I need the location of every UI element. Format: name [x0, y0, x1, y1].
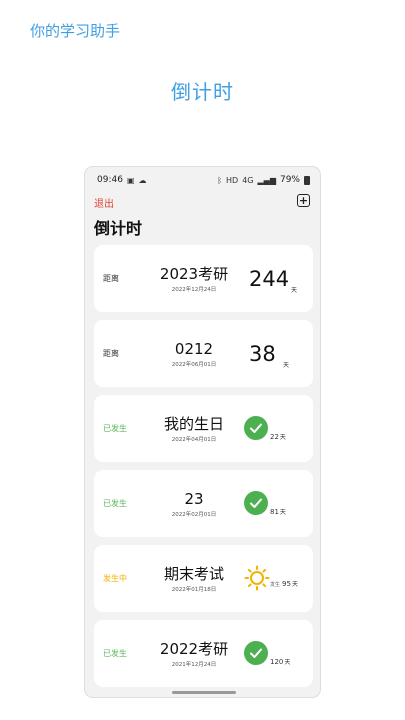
card-title: 我的生日 — [163, 415, 224, 433]
card-days: 81 — [270, 508, 279, 516]
card-title: 23 — [184, 490, 204, 508]
card-days: 120 — [270, 658, 284, 666]
countdown-card[interactable]: 距离 2023考研 2022年12月24日 244 天 — [94, 245, 313, 312]
network-label: 4G — [242, 175, 254, 185]
home-indicator[interactable] — [172, 691, 236, 694]
sun-icon — [244, 565, 270, 591]
card-days-row: 发生 95天 — [270, 579, 298, 588]
card-days: 38 — [249, 342, 276, 366]
page-title: 倒计时 — [94, 219, 143, 238]
card-days-unit: 天 — [291, 581, 298, 588]
add-button[interactable]: + — [297, 194, 310, 207]
card-info: 2023考研 2022年12月24日 — [139, 265, 249, 294]
status-bar: 09:46 ▣ ☁ ᛒ HD 4G ▂▄▆ 79% — [85, 167, 320, 193]
card-date: 2022年01月18日 — [171, 587, 217, 593]
card-days-unit: 天 — [291, 287, 298, 294]
battery-icon — [304, 175, 310, 185]
card-days-unit: 天 — [283, 362, 290, 369]
card-title: 0212 — [174, 340, 214, 358]
countdown-card[interactable]: 发生中 期末考试 2022年01月18日 发生 95天 — [94, 545, 313, 612]
card-date: 2022年12月24日 — [171, 287, 217, 293]
card-status: 距离 — [103, 349, 119, 358]
card-info: 0212 2022年06月01日 — [139, 340, 249, 369]
image-icon: ▣ — [126, 175, 135, 185]
battery-percent: 79% — [279, 175, 300, 185]
countdown-card[interactable]: 距离 0212 2022年06月01日 38 天 — [94, 320, 313, 387]
card-status: 已发生 — [103, 649, 127, 658]
card-title: 2022考研 — [159, 640, 229, 658]
countdown-card[interactable]: 已发生 2022考研 2021年12月24日 120天 — [94, 620, 313, 687]
card-status: 已发生 — [103, 424, 127, 433]
card-info: 期末考试 2022年01月18日 — [139, 565, 249, 594]
card-status: 已发生 — [103, 499, 127, 508]
card-status: 距离 — [103, 274, 119, 283]
status-time: 09:46 — [97, 175, 123, 185]
card-days-row: 120天 — [270, 657, 290, 666]
card-days-unit: 天 — [284, 659, 291, 666]
app-name: 你的学习助手 — [30, 22, 121, 40]
promo-title: 倒计时 — [171, 80, 234, 104]
card-date: 2022年02月01日 — [171, 512, 217, 518]
card-days-row: 22天 — [270, 432, 286, 441]
check-icon — [244, 491, 268, 515]
countdown-card[interactable]: 已发生 23 2022年02月01日 81天 — [94, 470, 313, 537]
check-icon — [244, 416, 268, 440]
card-info: 23 2022年02月01日 — [139, 490, 249, 519]
card-title: 期末考试 — [163, 565, 224, 583]
countdown-list: 距离 2023考研 2022年12月24日 244 天 距离 0212 2022… — [94, 245, 313, 695]
check-icon — [244, 641, 268, 665]
card-title: 2023考研 — [159, 265, 229, 283]
card-days-unit: 天 — [279, 509, 286, 516]
bluetooth-icon: ᛒ — [217, 175, 223, 185]
card-days: 244 — [249, 267, 290, 291]
plus-icon: + — [298, 194, 309, 207]
card-days: 22 — [270, 433, 279, 441]
card-status: 发生中 — [103, 574, 127, 583]
countdown-card[interactable]: 已发生 我的生日 2022年04月01日 22天 — [94, 395, 313, 462]
signal-icon: ▂▄▆ — [257, 175, 276, 185]
card-days-row: 81天 — [270, 507, 286, 516]
card-days-unit: 天 — [279, 434, 286, 441]
card-date: 2021年12月24日 — [171, 662, 217, 668]
cloud-icon: ☁ — [138, 175, 147, 185]
card-date: 2022年06月01日 — [171, 362, 217, 368]
card-days: 95 — [282, 580, 291, 588]
card-info: 我的生日 2022年04月01日 — [139, 415, 249, 444]
wifi-hd-label: HD — [226, 175, 239, 185]
card-info: 2022考研 2021年12月24日 — [139, 640, 249, 669]
card-date: 2022年04月01日 — [171, 437, 217, 443]
card-days-prefix: 发生 — [270, 582, 281, 588]
phone-screenshot: 09:46 ▣ ☁ ᛒ HD 4G ▂▄▆ 79% 退出 + 倒计时 距离 20… — [84, 166, 321, 698]
logout-button[interactable]: 退出 — [94, 195, 114, 210]
